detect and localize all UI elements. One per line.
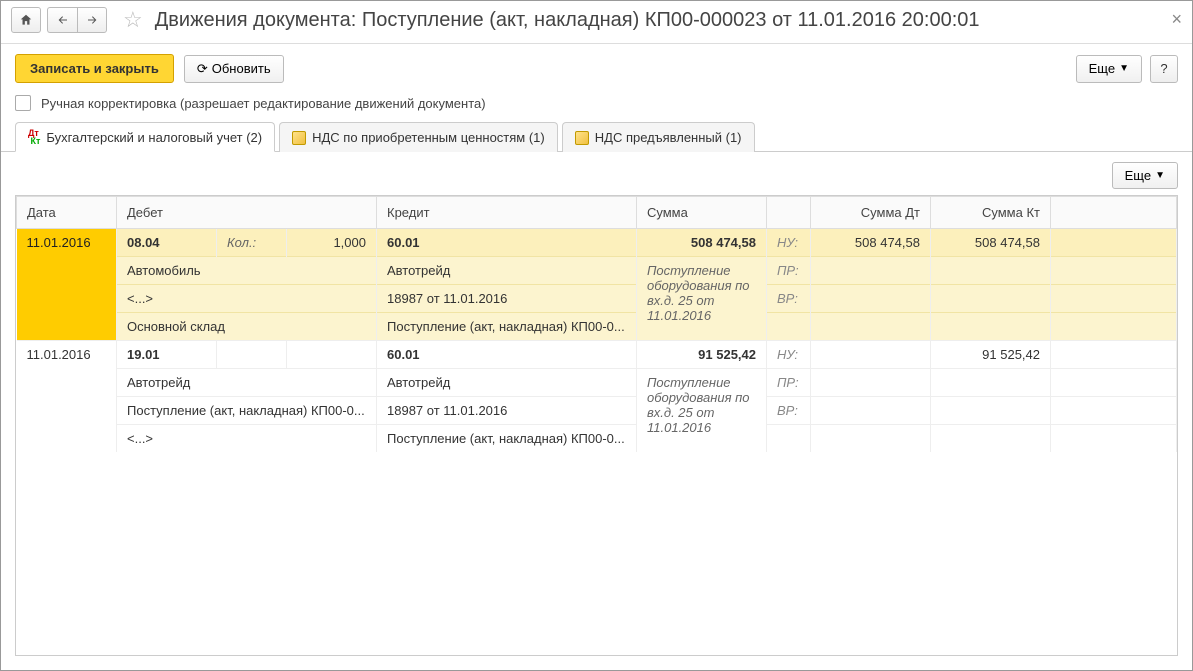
cell-debit-account: 19.01 (117, 341, 217, 369)
cell-credit-account: 60.01 (377, 341, 637, 369)
table-subrow[interactable]: <...> 18987 от 11.01.2016 ВР: (17, 285, 1177, 313)
back-button[interactable] (47, 7, 77, 33)
table-row[interactable]: 11.01.2016 08.04 Кол.: 1,000 60.01 508 4… (17, 229, 1177, 257)
tab-label: Бухгалтерский и налоговый учет (2) (46, 130, 262, 145)
page-title: Движения документа: Поступление (акт, на… (155, 9, 980, 32)
entries-table-wrap[interactable]: Дата Дебет Кредит Сумма Сумма Дт Сумма К… (15, 195, 1178, 656)
col-credit[interactable]: Кредит (377, 197, 637, 229)
favorite-icon[interactable]: ☆ (123, 7, 143, 33)
cell-date: 11.01.2016 (17, 229, 117, 341)
cell-debit-line: Основной склад (117, 313, 377, 341)
dt-kt-icon: Дт Кт (28, 129, 40, 145)
col-debit[interactable]: Дебет (117, 197, 377, 229)
tabs: Дт Кт Бухгалтерский и налоговый учет (2)… (1, 121, 1192, 152)
col-tag[interactable] (767, 197, 811, 229)
table-header-row: Дата Дебет Кредит Сумма Сумма Дт Сумма К… (17, 197, 1177, 229)
arrow-left-icon (56, 14, 70, 26)
cell-tag: ВР: (767, 397, 811, 425)
table-subrow[interactable]: Автомобиль Автотрейд Поступление оборудо… (17, 257, 1177, 285)
tab-label: НДС предъявленный (1) (595, 130, 742, 145)
refresh-label: Обновить (212, 61, 271, 76)
manual-edit-row: Ручная корректировка (разрешает редактир… (1, 91, 1192, 121)
table-row[interactable]: 11.01.2016 19.01 60.01 91 525,42 НУ: 91 … (17, 341, 1177, 369)
cell-debit-line: <...> (117, 285, 377, 313)
more-label: Еще (1089, 61, 1115, 76)
cell-credit-line: Автотрейд (377, 369, 637, 397)
close-icon[interactable]: × (1171, 9, 1182, 30)
nav-group (47, 7, 107, 33)
cell-credit-account: 60.01 (377, 229, 637, 257)
col-sum[interactable]: Сумма (637, 197, 767, 229)
app-window: × ☆ Движения документа: Поступление (акт… (0, 0, 1193, 671)
sheet-icon (292, 131, 306, 145)
cell-tag: НУ: (767, 341, 811, 369)
table-subrow[interactable]: Автотрейд Автотрейд Поступление оборудов… (17, 369, 1177, 397)
table-subrow[interactable]: <...> Поступление (акт, накладная) КП00-… (17, 425, 1177, 453)
cell-credit-line: Поступление (акт, накладная) КП00-0... (377, 425, 637, 453)
cell-credit-line: 18987 от 11.01.2016 (377, 285, 637, 313)
home-button[interactable] (11, 7, 41, 33)
cell-credit-line: Поступление (акт, накладная) КП00-0... (377, 313, 637, 341)
cell-date: 11.01.2016 (17, 341, 117, 453)
more-button[interactable]: Еще ▼ (1076, 55, 1142, 83)
cell-qty-label (217, 341, 287, 369)
cell-tag: НУ: (767, 229, 811, 257)
inner-more-button[interactable]: Еще ▼ (1112, 162, 1178, 189)
refresh-icon: ⟳ (197, 61, 208, 77)
home-icon (19, 13, 33, 27)
inner-more-label: Еще (1125, 168, 1151, 183)
cell-tag: ПР: (767, 257, 811, 285)
cell-qty (287, 341, 377, 369)
col-tail (1051, 197, 1177, 229)
cell-debit-account: 08.04 (117, 229, 217, 257)
entries-table: Дата Дебет Кредит Сумма Сумма Дт Сумма К… (16, 196, 1177, 452)
refresh-button[interactable]: ⟳ Обновить (184, 55, 284, 83)
arrow-right-icon (85, 14, 99, 26)
cell-credit-line: Автотрейд (377, 257, 637, 285)
tab-label: НДС по приобретенным ценностям (1) (312, 130, 545, 145)
tab-accounting[interactable]: Дт Кт Бухгалтерский и налоговый учет (2) (15, 122, 275, 152)
sheet-icon (575, 131, 589, 145)
help-button[interactable]: ? (1150, 55, 1178, 83)
col-sum-dt[interactable]: Сумма Дт (811, 197, 931, 229)
cell-credit-line: 18987 от 11.01.2016 (377, 397, 637, 425)
cell-debit-line: Поступление (акт, накладная) КП00-0... (117, 397, 377, 425)
tab-vat-presented[interactable]: НДС предъявленный (1) (562, 122, 755, 152)
cell-qty: 1,000 (287, 229, 377, 257)
tab-content: Еще ▼ Дата Дебет Кредит Сумма (1, 152, 1192, 670)
cell-debit-line: Автомобиль (117, 257, 377, 285)
table-subrow[interactable]: Поступление (акт, накладная) КП00-0... 1… (17, 397, 1177, 425)
cell-sum: 91 525,42 (637, 341, 767, 369)
forward-button[interactable] (77, 7, 107, 33)
cell-tag: ВР: (767, 285, 811, 313)
chevron-down-icon: ▼ (1155, 170, 1165, 181)
cell-sum-dt: 508 474,58 (811, 229, 931, 257)
cell-description: Поступление оборудования по вх.д. 25 от … (637, 369, 767, 453)
cell-debit-line: <...> (117, 425, 377, 453)
cell-sum-dt (811, 341, 931, 369)
cell-tag: ПР: (767, 369, 811, 397)
chevron-down-icon: ▼ (1119, 63, 1129, 74)
col-date[interactable]: Дата (17, 197, 117, 229)
cell-sum-kt: 508 474,58 (931, 229, 1051, 257)
col-sum-kt[interactable]: Сумма Кт (931, 197, 1051, 229)
inner-toolbar: Еще ▼ (15, 162, 1178, 189)
cell-debit-line: Автотрейд (117, 369, 377, 397)
titlebar: ☆ Движения документа: Поступление (акт, … (1, 1, 1192, 44)
table-subrow[interactable]: Основной склад Поступление (акт, накладн… (17, 313, 1177, 341)
cell-sum: 508 474,58 (637, 229, 767, 257)
save-close-button[interactable]: Записать и закрыть (15, 54, 174, 83)
main-toolbar: Записать и закрыть ⟳ Обновить Еще ▼ ? (1, 44, 1192, 91)
manual-edit-checkbox[interactable] (15, 95, 31, 111)
manual-edit-label: Ручная корректировка (разрешает редактир… (41, 96, 486, 111)
tab-vat-acquired[interactable]: НДС по приобретенным ценностям (1) (279, 122, 558, 152)
cell-qty-label: Кол.: (217, 229, 287, 257)
cell-description: Поступление оборудования по вх.д. 25 от … (637, 257, 767, 341)
cell-sum-kt: 91 525,42 (931, 341, 1051, 369)
